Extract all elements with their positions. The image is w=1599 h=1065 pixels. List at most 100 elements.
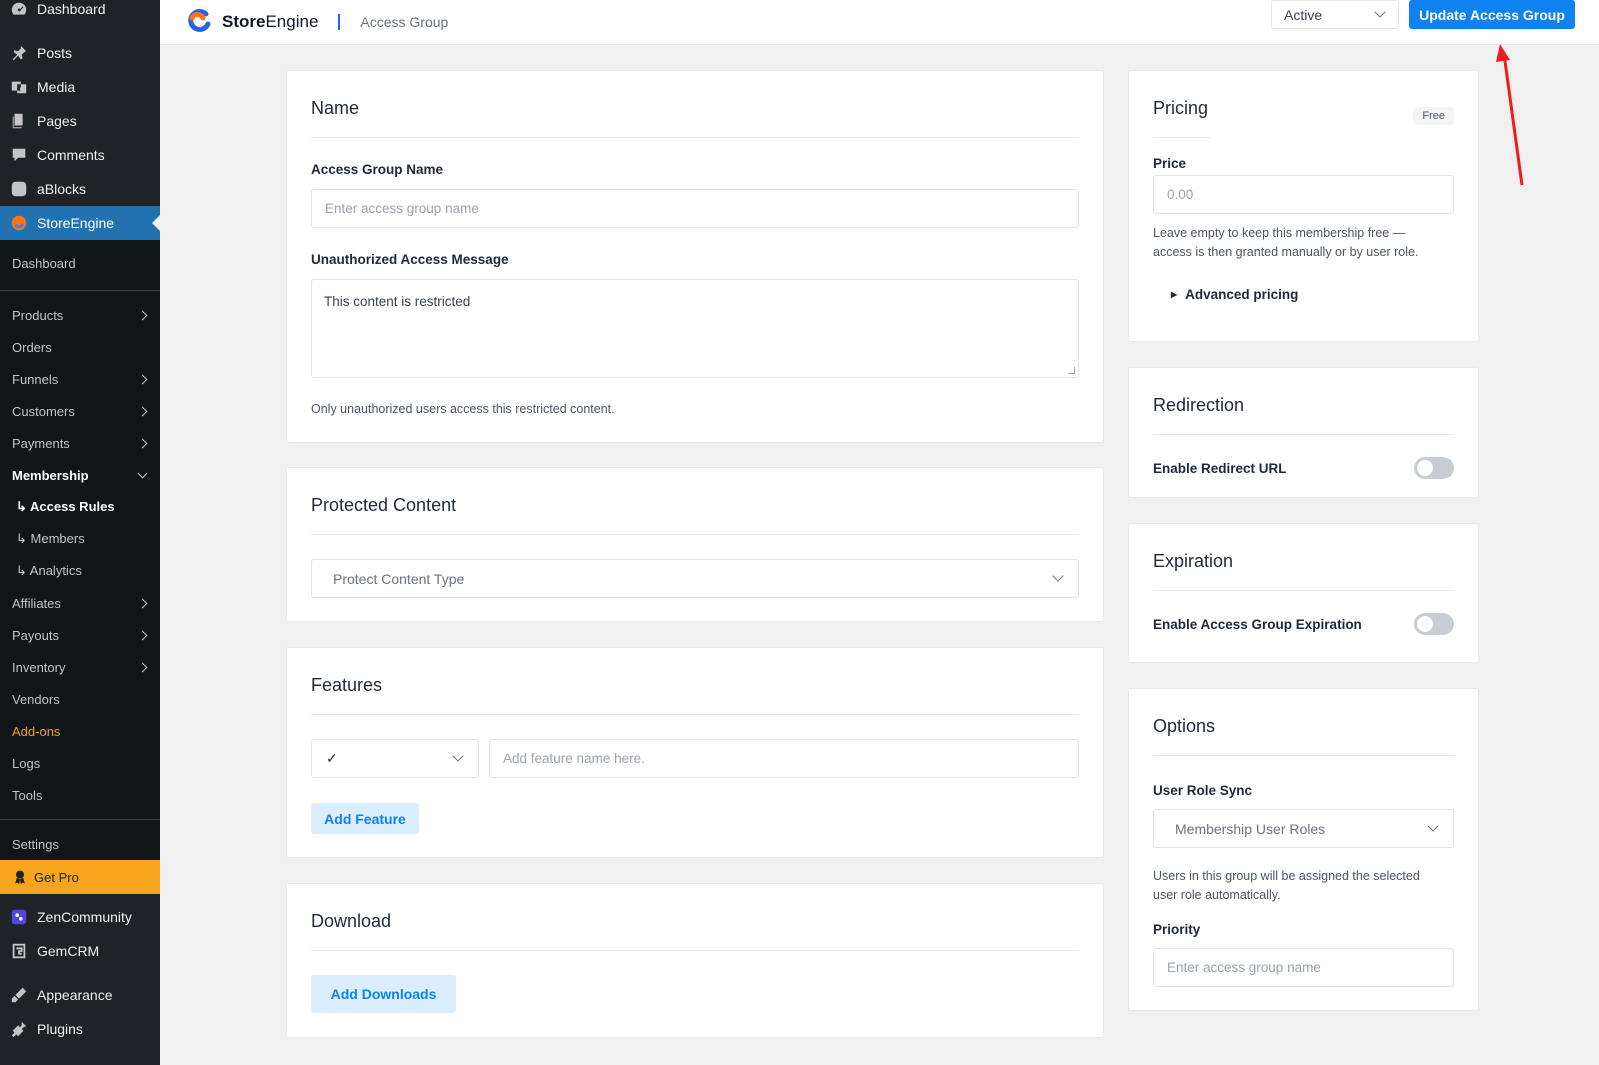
help-line: user role automatically. [1153,888,1281,902]
ablocks-icon [9,179,29,199]
protected-content-card: Protected Content Protect Content Type [286,467,1104,622]
storeengine-logo: StoreEngine [184,8,318,36]
help-text: Only unauthorized users access this rest… [311,402,615,416]
sub-item-orders[interactable]: Orders [0,331,160,363]
chevron-right-icon [137,438,148,448]
storeengine-icon [9,213,29,233]
divider [311,950,1079,951]
sub-item-funnels[interactable]: Funnels [0,363,160,395]
update-access-group-button[interactable]: Update Access Group [1409,0,1575,29]
features-card: Features ✓ Add feature name here. Add Fe… [286,647,1104,858]
user-role-sync-select[interactable]: Membership User Roles [1153,809,1454,848]
chevron-right-icon [137,598,148,608]
sub-item-label: Inventory [12,659,66,675]
sidebar-item-label: Dashboard [37,1,106,17]
dashboard-icon [9,0,29,19]
enable-redirect-toggle[interactable] [1414,457,1454,479]
divider [1153,590,1454,591]
sidebar-item-comments[interactable]: Comments [0,138,160,172]
chevron-down-icon [137,468,148,478]
price-help-text: Leave empty to keep this membership free… [1153,224,1418,262]
protect-content-type-select[interactable]: Protect Content Type [311,559,1079,598]
chevron-right-icon [137,310,148,320]
sub-item-dashboard[interactable]: Dashboard [0,244,160,282]
add-feature-button[interactable]: Add Feature [311,803,419,834]
sidebar-item-label: StoreEngine [37,215,115,231]
sidebar-item-storeengine[interactable]: StoreEngine [0,206,160,240]
sub-item-products[interactable]: Products [0,299,160,331]
feature-icon-select[interactable]: ✓ [311,739,479,778]
sub-item-label: Tools [12,787,43,803]
card-title: Expiration [1153,551,1234,571]
sub-item-logs[interactable]: Logs [0,747,160,779]
sub-item-label: Orders [12,339,52,355]
divider [311,137,1079,138]
sub-item-payouts[interactable]: Payouts [0,619,160,651]
sub-item-label: Settings [12,836,59,852]
card-title: Name [311,98,360,118]
sidebar-item-pages[interactable]: Pages [0,104,160,138]
chevron-right-icon [137,662,148,672]
sub-item-label: Vendors [12,691,60,707]
sub-item-analytics[interactable]: ↳ Analytics [0,555,160,587]
access-group-name-input[interactable]: Enter access group name [311,189,1079,228]
card-title: Download [311,911,392,931]
chevron-right-icon [137,630,148,640]
enable-expiration-toggle[interactable] [1414,613,1454,635]
sub-item-access-rules[interactable]: ↳ Access Rules [0,491,160,523]
annotation-arrow-icon [1496,44,1524,186]
unauthorized-message-textarea[interactable]: This content is restricted [311,279,1079,378]
enable-expiration-label: Enable Access Group Expiration [1153,617,1362,632]
advanced-pricing-toggle[interactable]: ▶ Advanced pricing [1171,287,1298,302]
options-card: Options User Role Sync Membership User R… [1128,688,1479,1011]
select-placeholder: Protect Content Type [333,570,465,587]
sidebar-item-label: aBlocks [37,181,87,197]
sub-item-customers[interactable]: Customers [0,395,160,427]
sub-item-label: Add-ons [12,723,61,739]
sub-item-label: Products [12,307,64,323]
priority-input[interactable]: Enter access group name [1153,948,1454,987]
sub-item-inventory[interactable]: Inventory [0,651,160,683]
status-select[interactable]: Active [1271,0,1399,29]
sidebar-item-ablocks[interactable]: aBlocks [0,172,160,206]
add-downloads-button[interactable]: Add Downloads [311,975,456,1013]
divider [1153,137,1210,138]
priority-label: Priority [1153,922,1201,937]
top-bar: StoreEngine Access Group Active Update A… [160,0,1599,45]
storeengine-submenu: Dashboard Products Orders Funnels Custom… [0,240,160,894]
price-input[interactable]: 0.00 [1153,175,1454,214]
price-label: Price [1153,156,1187,171]
name-card: Name Access Group Name Enter access grou… [286,70,1104,443]
access-group-name-label: Access Group Name [311,162,444,177]
media-icon [9,77,29,97]
feature-name-input[interactable]: Add feature name here. [489,739,1079,778]
sub-item-membership[interactable]: Membership [0,459,160,491]
sub-item-tools[interactable]: Tools [0,779,160,811]
expiration-card: Expiration Enable Access Group Expiratio… [1128,523,1479,663]
sub-item-add-ons[interactable]: Add-ons [0,715,160,747]
sidebar-item-dashboard[interactable]: Dashboard [0,0,160,26]
chevron-right-icon [137,374,148,384]
redirection-card: Redirection Enable Redirect URL [1128,367,1479,498]
sub-item-label-text: Analytics [29,563,82,578]
sidebar-item-media[interactable]: Media [0,70,160,104]
get-pro-button[interactable]: Get Pro [0,860,160,894]
award-icon [12,869,28,885]
sidebar-item-gemcrm[interactable]: GemCRM [0,934,160,968]
price-badge: Free [1413,107,1454,125]
sub-item-label: ↳ Analytics [16,563,82,578]
sub-item-settings[interactable]: Settings [0,828,160,860]
sidebar-item-plugins[interactable]: Plugins [0,1012,160,1046]
sub-item-members[interactable]: ↳ Members [0,523,160,555]
sub-item-label: Logs [12,755,41,771]
sub-item-payments[interactable]: Payments [0,427,160,459]
sub-item-label: Funnels [12,371,59,387]
sidebar-item-appearance[interactable]: Appearance [0,978,160,1012]
sidebar-item-zencommunity[interactable]: ZenCommunity [0,900,160,934]
unauthorized-message-label: Unauthorized Access Message [311,252,509,267]
sidebar-item-posts[interactable]: Posts [0,36,160,70]
plugins-icon [9,1019,29,1039]
pin-icon [9,43,29,63]
sub-item-vendors[interactable]: Vendors [0,683,160,715]
sub-item-affiliates[interactable]: Affiliates [0,587,160,619]
